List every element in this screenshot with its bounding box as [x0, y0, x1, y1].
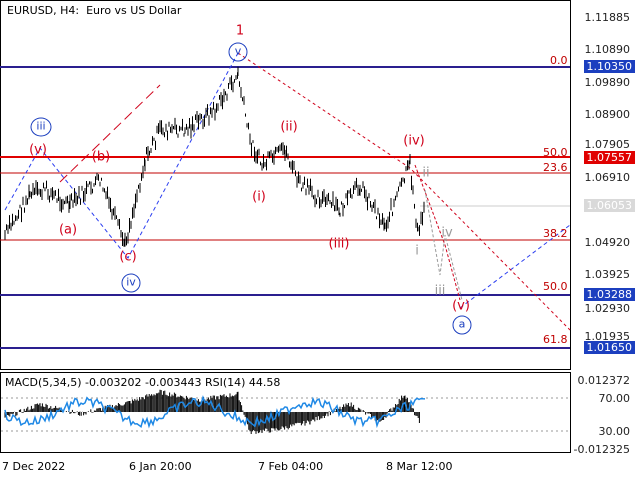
price-label: 1.02930	[584, 302, 631, 315]
wave-label-c: (c)	[119, 249, 137, 265]
wave-label-iv: (iv)	[403, 133, 425, 149]
wave-label-gray-i: i	[415, 243, 419, 259]
chart-title: EURUSD, H4: Euro vs US Dollar	[7, 4, 182, 17]
price-label: 1.08900	[584, 108, 631, 121]
indicator-scale-label: 0.012372	[577, 374, 631, 387]
wave-label-v-projection: (v)	[452, 298, 470, 314]
wave-label-ii: (ii)	[280, 119, 298, 135]
wave-label-v: (v)	[29, 142, 47, 158]
wave-label-b: (b)	[91, 149, 111, 165]
current-price-label: 1.06053	[583, 199, 635, 212]
wave-label-gray-iii: iii	[434, 283, 446, 299]
price-label-boxed: 1.01650	[583, 341, 635, 354]
wave-label-iii-circle: iii	[30, 117, 52, 137]
fib-label: 23.6	[543, 161, 568, 174]
wave-label-gray-iv: iv	[441, 225, 453, 241]
wave-label-a-circle: a	[452, 315, 472, 335]
indicator-title: MACD(5,34,5) -0.003202 -0.003443 RSI(14)…	[5, 376, 281, 389]
price-label: 1.04920	[584, 236, 631, 249]
fib-label: 38.2	[543, 227, 568, 240]
fib-label: 50.0	[543, 146, 568, 159]
red-wave-line	[237, 52, 571, 331]
rsi-line	[4, 395, 426, 429]
wave-label-gray-ii: ii	[422, 165, 430, 181]
indicator-scale-label: 70.00	[598, 392, 631, 405]
indicator-scale-label: 30.00	[598, 425, 631, 438]
time-label: 7 Dec 2022	[2, 460, 66, 473]
wave-label-v-circle: v	[228, 42, 248, 62]
wave-label-iii: (iii)	[328, 236, 350, 252]
wave-label-1: 1	[235, 23, 245, 39]
time-label: 6 Jan 20:00	[129, 460, 192, 473]
price-label-boxed: 1.03288	[583, 288, 635, 301]
fib-label: 50.0	[543, 280, 568, 293]
price-label: 1.06910	[584, 171, 631, 184]
time-label: 7 Feb 04:00	[258, 460, 324, 473]
price-label-boxed: 1.10350	[583, 60, 635, 73]
fib-label: 61.8	[543, 333, 568, 346]
indicator-scale-label: -0.012325	[573, 443, 630, 456]
price-label: 1.09890	[584, 76, 631, 89]
price-label: 1.11885	[584, 11, 631, 24]
time-label: 8 Mar 12:00	[386, 460, 453, 473]
price-label: 1.03925	[584, 268, 631, 281]
price-label: 1.10890	[584, 43, 631, 56]
wave-label-a: (a)	[58, 222, 78, 238]
chart-canvas[interactable]	[0, 0, 640, 480]
wave-label-i: (i)	[252, 189, 266, 205]
fib-label: 0.0	[550, 54, 568, 67]
price-label-boxed: 1.07557	[583, 151, 635, 164]
wave-label-iv-circle: iv	[121, 273, 141, 293]
price-label: 1.07905	[584, 138, 631, 151]
rsi-path	[4, 395, 426, 429]
macd-histogram	[4, 389, 420, 434]
red-projection-line	[414, 164, 461, 301]
